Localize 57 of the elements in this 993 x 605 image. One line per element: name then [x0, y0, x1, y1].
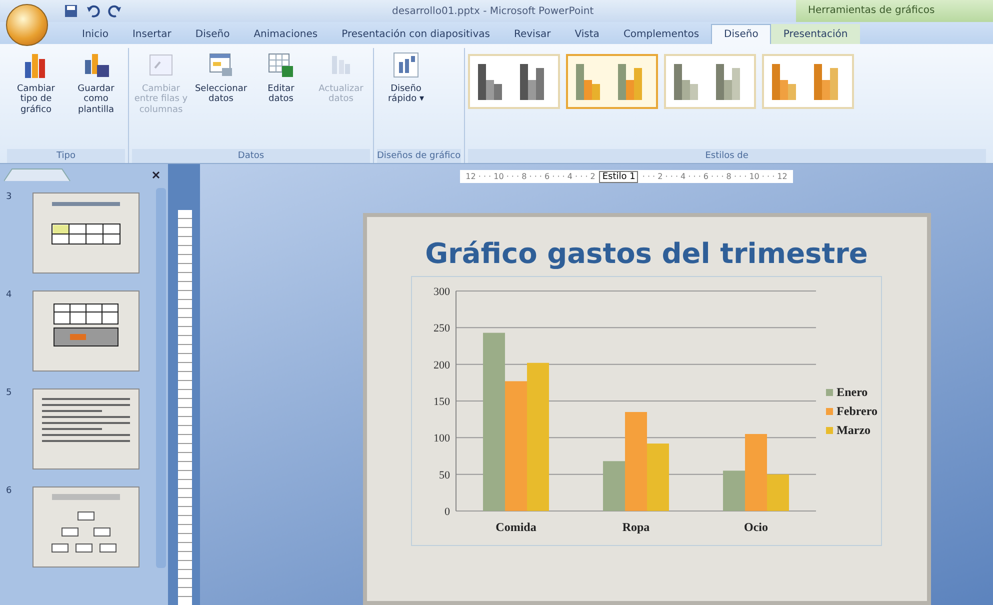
slide-thumbnail[interactable] — [32, 486, 140, 568]
ribbon-tab[interactable]: Insertar — [120, 24, 184, 44]
ribbon-button[interactable]: Guardar como plantilla — [67, 48, 125, 149]
slide-thumbnail[interactable] — [32, 388, 140, 470]
ribbon-tab[interactable]: Presentación con diapositivas — [330, 24, 502, 44]
undo-icon[interactable] — [86, 4, 100, 18]
ribbon-button[interactable]: Seleccionar datos — [192, 48, 250, 149]
category-label: Comida — [495, 520, 536, 534]
slide-title: Gráfico gastos del trimestre — [425, 237, 868, 270]
save-icon[interactable] — [64, 4, 78, 18]
ruler-scale: 12 · · · 10 · · · 8 · · · 6 · · · 4 · · · 2 — [466, 172, 596, 182]
legend-label: Febrero — [836, 404, 878, 419]
axis-tick-label: 200 — [433, 360, 450, 372]
category-label: Ocio — [744, 520, 768, 534]
close-icon[interactable] — [152, 171, 160, 179]
slide-number: 5 — [6, 388, 13, 398]
scrollbar[interactable] — [156, 188, 166, 568]
axis-tick-label: 0 — [444, 506, 450, 518]
ribbon-button[interactable]: Diseño rápido ▾ — [377, 48, 435, 149]
axis-tick-label: 250 — [433, 323, 450, 336]
slide-thumbnail[interactable] — [32, 192, 140, 274]
context-title: Herramientas de gráficos — [796, 0, 993, 22]
ribbon-button[interactable]: Editar datos — [252, 48, 310, 149]
tooltip: Estilo 1 — [599, 170, 638, 183]
chart-style-thumbnail[interactable] — [566, 54, 658, 109]
group-label: Diseños de gráfico — [377, 149, 461, 163]
axis-tick-label: 50 — [438, 470, 450, 482]
chart-layout-icon — [391, 50, 421, 80]
slide-thumbnail[interactable] — [32, 290, 140, 372]
chart-style-thumbnail[interactable] — [762, 54, 854, 109]
axis-tick-label: 150 — [433, 396, 450, 408]
group-label: Estilos de — [468, 149, 986, 163]
category-label: Ropa — [622, 520, 650, 534]
legend-label: Marzo — [836, 422, 871, 438]
ribbon-tab[interactable]: Presentación — [771, 24, 860, 44]
redo-icon[interactable] — [108, 4, 122, 18]
axis-tick-label: 100 — [433, 433, 450, 446]
office-button[interactable] — [6, 4, 48, 46]
slide-number: 6 — [6, 486, 13, 496]
ribbon-tab[interactable]: Complementos — [611, 24, 712, 44]
slide-number: 3 — [6, 192, 13, 202]
ribbon-tab[interactable]: Animaciones — [242, 24, 330, 44]
legend-label: Enero — [836, 384, 868, 400]
ribbon-tab[interactable]: Diseño — [183, 24, 242, 44]
ribbon-button[interactable]: Cambiar tipo de gráfico — [7, 48, 65, 149]
ribbon-tab[interactable]: Revisar — [502, 24, 563, 44]
slide-number: 4 — [6, 290, 13, 300]
group-label: Tipo — [7, 149, 125, 163]
ruler-scale: · · · 2 · · · 4 · · · 6 · · · 8 · · · 10 · · · 12 — [642, 172, 788, 182]
chart-style-thumbnail[interactable] — [664, 54, 756, 109]
ribbon-tab[interactable]: Inicio — [70, 24, 120, 44]
window-title: desarrollo01.pptx - Microsoft PowerPoint — [392, 6, 594, 16]
chart-style-thumbnail[interactable] — [468, 54, 560, 109]
axis-tick-label: 300 — [433, 286, 450, 298]
ribbon-tab[interactable]: Diseño — [711, 24, 772, 44]
ribbon-tab[interactable]: Vista — [562, 24, 612, 44]
group-label: Datos — [132, 149, 370, 163]
